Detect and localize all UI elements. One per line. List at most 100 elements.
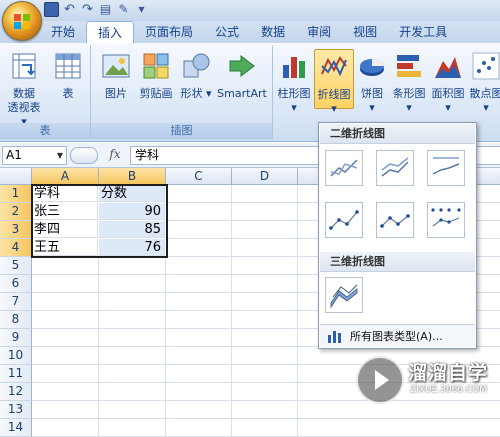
table-cell[interactable] <box>232 185 298 203</box>
table-cell[interactable] <box>99 365 166 383</box>
table-cell[interactable] <box>32 365 99 383</box>
table-cell[interactable] <box>32 275 99 293</box>
row-header[interactable]: 8 <box>0 311 32 329</box>
column-header-d[interactable]: D <box>232 168 298 185</box>
picture-button[interactable]: 图片 <box>101 51 131 101</box>
table-cell[interactable] <box>32 329 99 347</box>
table-cell[interactable]: 85 <box>99 221 165 238</box>
table-cell[interactable] <box>166 221 232 239</box>
table-cell[interactable] <box>32 293 99 311</box>
table-cell[interactable] <box>99 401 166 419</box>
table-cell[interactable] <box>232 311 298 329</box>
tab-formulas[interactable]: 公式 <box>204 21 250 43</box>
office-button[interactable] <box>2 1 42 41</box>
row-header[interactable]: 2 <box>0 203 32 221</box>
table-cell[interactable]: 分数 <box>99 185 165 202</box>
undo-icon[interactable]: ↶ <box>62 2 77 17</box>
table-cell[interactable] <box>32 401 99 419</box>
percent-stacked-line-thumb[interactable] <box>427 150 465 186</box>
bar-chart-button[interactable]: 条形图 ▾ <box>391 51 427 115</box>
table-cell[interactable] <box>166 347 232 365</box>
row-header[interactable]: 1 <box>0 185 32 203</box>
3d-line-chart-thumb[interactable] <box>325 277 363 313</box>
table-cell[interactable] <box>232 239 298 257</box>
clipart-button[interactable]: 剪贴画 <box>137 51 175 101</box>
pie-chart-button[interactable]: 饼图 ▾ <box>356 51 388 115</box>
table-cell[interactable] <box>232 419 298 437</box>
tab-review[interactable]: 审阅 <box>296 21 342 43</box>
table-cell[interactable] <box>166 257 232 275</box>
row-header[interactable]: 13 <box>0 401 32 419</box>
stacked-line-markers-thumb[interactable] <box>376 202 414 238</box>
line-markers-chart-thumb[interactable] <box>325 202 363 238</box>
table-cell[interactable] <box>232 257 298 275</box>
table-cell[interactable] <box>166 239 232 257</box>
table-cell[interactable] <box>166 275 232 293</box>
table-cell[interactable] <box>32 347 99 365</box>
table-cell[interactable] <box>166 401 232 419</box>
table-cell[interactable] <box>99 329 166 347</box>
table-cell[interactable] <box>32 257 99 275</box>
insert-function-button[interactable]: fx <box>106 146 124 163</box>
table-cell[interactable] <box>99 311 166 329</box>
table-cell[interactable] <box>298 419 500 437</box>
select-all-corner[interactable] <box>0 168 32 185</box>
table-button[interactable]: 表 <box>50 51 86 101</box>
area-chart-button[interactable]: 面积图 ▾ <box>430 51 466 115</box>
table-cell[interactable] <box>232 221 298 239</box>
row-header[interactable]: 3 <box>0 221 32 239</box>
scatter-chart-button[interactable]: 散点图 ▾ <box>468 51 500 115</box>
table-cell[interactable] <box>32 311 99 329</box>
table-cell[interactable] <box>99 257 166 275</box>
row-header[interactable]: 6 <box>0 275 32 293</box>
stacked-line-chart-thumb[interactable] <box>376 150 414 186</box>
table-cell[interactable] <box>232 401 298 419</box>
table-cell[interactable] <box>166 293 232 311</box>
row-header[interactable]: 7 <box>0 293 32 311</box>
table-cell[interactable] <box>99 419 166 437</box>
table-cell[interactable] <box>166 365 232 383</box>
shapes-button[interactable]: 形状 ▾ <box>179 51 213 101</box>
save-icon[interactable] <box>44 2 59 17</box>
tab-insert[interactable]: 插入 <box>86 21 135 44</box>
table-cell[interactable]: 王五 <box>32 239 98 256</box>
preview-icon[interactable]: ▤ <box>98 2 113 17</box>
table-cell[interactable]: 张三 <box>32 203 98 220</box>
table-cell[interactable] <box>99 293 166 311</box>
table-cell[interactable] <box>166 203 232 221</box>
table-cell[interactable] <box>232 203 298 221</box>
tab-view[interactable]: 视图 <box>342 21 388 43</box>
row-header[interactable]: 9 <box>0 329 32 347</box>
row-header[interactable]: 4 <box>0 239 32 257</box>
table-cell[interactable] <box>232 347 298 365</box>
name-box[interactable]: A1 ▼ <box>2 146 67 165</box>
table-cell[interactable]: 76 <box>99 239 165 256</box>
row-header[interactable]: 12 <box>0 383 32 401</box>
tab-developer[interactable]: 开发工具 <box>388 21 458 43</box>
tab-data[interactable]: 数据 <box>250 21 296 43</box>
line-chart-button[interactable]: 折线图 ▾ <box>314 49 354 115</box>
formula-resize-handle[interactable] <box>70 147 98 164</box>
percent-stacked-line-markers-thumb[interactable] <box>427 202 465 238</box>
name-box-dropdown-icon[interactable]: ▼ <box>57 147 63 164</box>
column-header-b[interactable]: B <box>99 168 166 185</box>
table-cell[interactable]: 学科 <box>32 185 98 202</box>
smartart-button[interactable]: SmartArt <box>215 51 269 101</box>
table-cell[interactable] <box>232 365 298 383</box>
brush-icon[interactable]: ✎ <box>116 2 131 17</box>
column-chart-button[interactable]: 柱形图 ▾ <box>277 51 311 115</box>
all-chart-types-item[interactable]: 所有图表类型(A)... <box>320 324 475 347</box>
table-cell[interactable] <box>32 383 99 401</box>
table-cell[interactable] <box>166 419 232 437</box>
row-header[interactable]: 10 <box>0 347 32 365</box>
column-header-c[interactable]: C <box>166 168 232 185</box>
table-cell[interactable]: 90 <box>99 203 165 220</box>
row-header[interactable]: 14 <box>0 419 32 437</box>
table-cell[interactable] <box>166 311 232 329</box>
redo-icon[interactable]: ↷ <box>80 2 95 17</box>
table-cell[interactable]: 李四 <box>32 221 98 238</box>
table-cell[interactable] <box>232 275 298 293</box>
line-chart-thumb[interactable] <box>325 150 363 186</box>
table-cell[interactable] <box>32 419 99 437</box>
qat-dropdown-icon[interactable]: ▾ <box>134 2 149 17</box>
